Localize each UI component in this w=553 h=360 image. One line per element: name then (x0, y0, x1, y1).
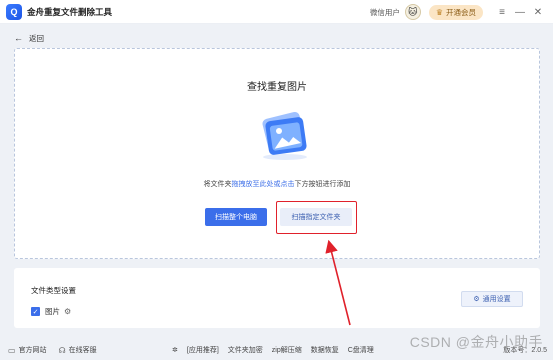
watermark: CSDN @金舟小助手 (409, 334, 543, 350)
titlebar-right: 微信用户 🐱 ♛ 开通会员 ≡ — ✕ (370, 0, 547, 24)
official-site-link[interactable]: ▭ 官方网站 (8, 345, 47, 355)
hint-link[interactable]: 拖拽放至此处或点击 (232, 181, 295, 188)
title-bar: Q 金舟重复文件删除工具 微信用户 🐱 ♛ 开通会员 ≡ — ✕ (0, 0, 553, 24)
page-title: 查找重复图片 (247, 82, 307, 93)
image-type-option[interactable]: ✓ 图片 ⚙ (31, 306, 71, 317)
image-icon (262, 111, 307, 160)
monitor-icon: ▭ (8, 345, 16, 355)
user-name[interactable]: 微信用户 (370, 7, 400, 18)
settings-icon: ⚙ (473, 296, 480, 303)
crown-icon: ♛ (435, 7, 443, 17)
close-icon[interactable]: ✕ (529, 7, 547, 18)
file-type-settings: 文件类型设置 ✓ 图片 ⚙ ⚙ 通用设置 (14, 268, 540, 328)
image-type-label: 图片 (45, 307, 60, 316)
back-button[interactable]: ← 返回 (14, 30, 44, 46)
app-recommend-label: [应用推荐] (186, 347, 219, 354)
image-checkbox[interactable]: ✓ (31, 307, 40, 316)
scan-computer-button[interactable]: 扫描整个电脑 (205, 208, 267, 226)
vip-button[interactable]: ♛ 开通会员 (428, 4, 483, 20)
footer-link-recovery[interactable]: 数据恢复 (311, 345, 339, 355)
drop-hint: 将文件夹拖拽放至此处或点击下方按钮进行添加 (15, 179, 539, 189)
footer-link-zip[interactable]: zip解压缩 (272, 345, 302, 355)
hint-suffix: 下方按钮进行添加 (294, 181, 351, 188)
minimize-icon[interactable]: — (511, 7, 529, 18)
footer-link-encrypt[interactable]: 文件夹加密 (228, 345, 263, 355)
app-logo-icon: Q (6, 3, 22, 20)
gear-icon[interactable]: ⚙ (64, 307, 71, 316)
headset-icon: ☊ (58, 345, 66, 355)
settings-title: 文件类型设置 (31, 286, 76, 295)
hint-prefix: 将文件夹 (203, 181, 232, 188)
vip-label: 开通会员 (446, 7, 476, 17)
general-settings-button[interactable]: ⚙ 通用设置 (461, 291, 523, 307)
app-title: 金舟重复文件删除工具 (27, 6, 113, 17)
customer-service-label: 在线客服 (68, 347, 97, 354)
recommend-icon: ✲ (172, 347, 178, 354)
highlight-box (276, 201, 357, 234)
official-site-label: 官方网站 (18, 347, 47, 354)
back-label: 返回 (29, 33, 44, 43)
drop-zone[interactable]: 查找重复图片 将文件夹拖拽放至此处或点击下方按钮进行添加 扫描整个电脑 扫描指定… (14, 48, 540, 259)
back-arrow-icon: ← (14, 33, 23, 43)
footer-link-cclean[interactable]: C盘清理 (348, 345, 374, 355)
customer-service-link[interactable]: ☊ 在线客服 (59, 345, 97, 355)
general-settings-label: 通用设置 (482, 296, 511, 303)
menu-icon[interactable]: ≡ (493, 7, 511, 18)
avatar[interactable]: 🐱 (404, 4, 421, 20)
